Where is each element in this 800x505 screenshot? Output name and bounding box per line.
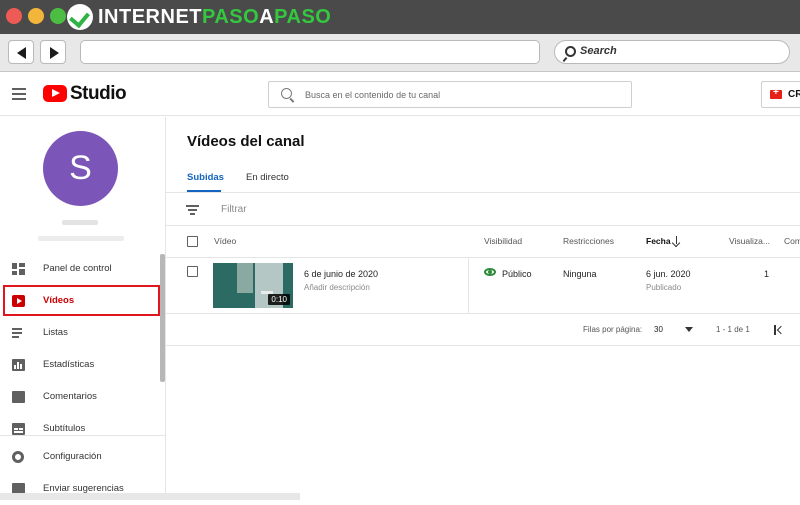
column-header-visibility: Visibilidad [484, 236, 523, 246]
rows-per-page-label: Filas por página: [583, 325, 643, 334]
sidebar-scrollbar[interactable] [160, 254, 165, 382]
sidebar-divider [0, 435, 166, 436]
search-icon [565, 46, 576, 57]
views-value: 1 [764, 269, 770, 279]
create-button-label: CR [788, 89, 800, 100]
sidebar-item-comments[interactable]: Comentarios [0, 381, 160, 413]
channel-handle-blurred [38, 236, 124, 241]
sidebar-item-feedback[interactable]: Enviar sugerencias [0, 473, 160, 505]
date-value: 6 jun. 2020 [646, 269, 691, 279]
status-bar [0, 493, 300, 500]
channel-search-box[interactable] [268, 81, 632, 108]
column-divider [468, 258, 469, 313]
browser-toolbar: Search [0, 34, 800, 72]
channel-avatar[interactable]: S [43, 131, 118, 206]
column-header-views: Visualiza... [729, 236, 770, 246]
app-name: Studio [70, 83, 127, 104]
table-header-divider [166, 257, 800, 258]
column-header-video: Vídeo [214, 236, 237, 246]
sidebar-item-dashboard[interactable]: Panel de control [0, 253, 160, 285]
filter-divider [166, 225, 800, 226]
restrictions-value: Ninguna [563, 269, 597, 279]
filter-icon[interactable] [186, 205, 199, 215]
sidebar-item-label: Estadísticas [43, 359, 95, 370]
tab-uploads[interactable]: Subidas [187, 172, 224, 183]
table-footer-divider [166, 345, 800, 346]
column-header-comments: Com [784, 236, 800, 246]
forward-arrow-icon [50, 47, 59, 59]
window-titlebar: INTERNETPASOAPASO [0, 0, 800, 34]
back-arrow-icon [17, 47, 26, 59]
sidebar-item-settings[interactable]: Configuración [0, 441, 160, 473]
visibility-value[interactable]: Público [502, 269, 532, 279]
watermark-text: INTERNETPASOAPASO [98, 6, 332, 28]
page-title: Vídeos del canal [187, 133, 305, 150]
select-all-checkbox[interactable] [187, 236, 198, 247]
minimize-window-button[interactable] [28, 8, 44, 24]
row-divider [166, 313, 800, 314]
column-header-date[interactable]: Fecha [646, 236, 671, 246]
tab-live[interactable]: En directo [246, 172, 289, 183]
video-title[interactable]: 6 de junio de 2020 [304, 269, 378, 279]
row-checkbox[interactable] [187, 266, 198, 277]
create-video-icon [770, 87, 782, 99]
sidebar-item-label: Configuración [43, 451, 102, 462]
pagination-range: 1 - 1 de 1 [716, 325, 750, 334]
tabs-divider [166, 192, 800, 193]
sort-descending-icon[interactable] [672, 236, 681, 247]
zoom-window-button[interactable] [50, 8, 66, 24]
youtube-logo-icon[interactable] [43, 85, 67, 102]
close-window-button[interactable] [6, 8, 22, 24]
video-description[interactable]: Añadir descripción [304, 283, 370, 292]
comments-icon [12, 391, 25, 403]
sidebar-item-playlists[interactable]: Listas [0, 317, 160, 349]
forward-button[interactable] [40, 40, 66, 64]
chevron-down-icon[interactable] [685, 327, 693, 332]
subtitles-icon [12, 423, 25, 435]
date-status: Publicado [646, 283, 682, 292]
sidebar-item-label: Subtítulos [43, 423, 86, 434]
channel-name-blurred [62, 220, 98, 225]
video-duration: 0:10 [268, 294, 290, 305]
channel-search-input[interactable] [305, 86, 625, 104]
search-icon [281, 88, 292, 99]
address-bar[interactable] [80, 40, 540, 64]
sidebar: S Panel de control Vídeos Listas Estadís… [0, 117, 166, 500]
create-button[interactable]: CR [761, 81, 800, 108]
menu-icon[interactable] [12, 88, 26, 100]
sidebar-item-analytics[interactable]: Estadísticas [0, 349, 160, 381]
watermark-logo-icon [67, 4, 93, 30]
filter-input[interactable]: Filtrar [221, 204, 247, 215]
playlist-icon [12, 327, 25, 339]
first-page-icon[interactable] [774, 325, 784, 335]
gear-icon [12, 451, 24, 463]
browser-search-field[interactable]: Search [554, 40, 790, 64]
back-button[interactable] [8, 40, 34, 64]
browser-search-placeholder: Search [580, 45, 617, 57]
rows-per-page-select[interactable]: 30 [654, 325, 663, 334]
sidebar-item-label: Listas [43, 327, 68, 338]
sidebar-item-label: Panel de control [43, 263, 112, 274]
studio-header: Studio CR [0, 72, 800, 116]
video-thumbnail[interactable]: 0:10 [213, 263, 293, 308]
column-header-restrictions: Restricciones [563, 236, 615, 246]
dashboard-icon [12, 263, 25, 275]
analytics-icon [12, 359, 25, 371]
visibility-eye-icon[interactable] [484, 268, 496, 276]
videos-highlight-box [3, 285, 160, 316]
sidebar-item-label: Comentarios [43, 391, 97, 402]
